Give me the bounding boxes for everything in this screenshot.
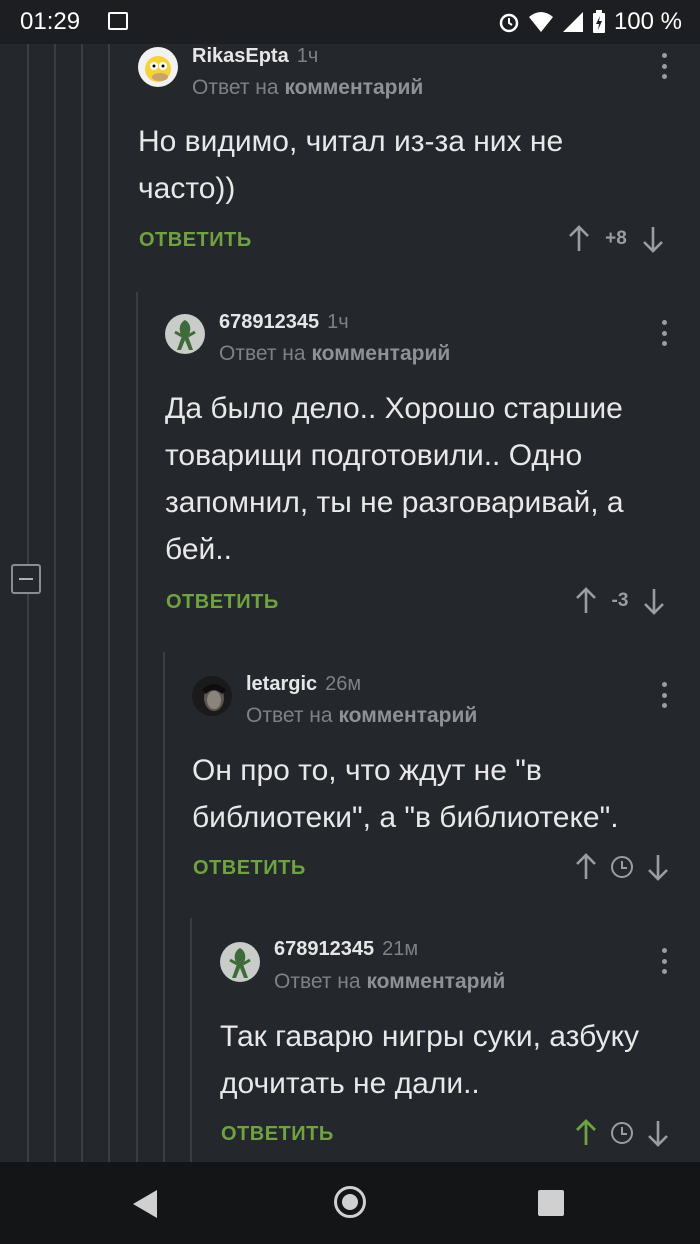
comment-text: Но видимо, читал из-за них не часто))	[138, 125, 564, 205]
home-icon[interactable]	[334, 1186, 366, 1218]
reply-prefix: Ответ на	[246, 704, 333, 727]
wifi-icon	[528, 12, 553, 32]
reply-prefix: Ответ на	[274, 970, 361, 993]
comment-time: 1ч	[327, 311, 349, 333]
avatar[interactable]	[192, 676, 232, 716]
thread-line	[190, 918, 192, 1162]
alarm-icon	[499, 13, 519, 33]
more-options-icon[interactable]	[661, 682, 667, 708]
reply-target-link[interactable]: комментарий	[366, 970, 505, 993]
username-text[interactable]: letargic	[246, 673, 317, 695]
username-text[interactable]: RikasEpta	[192, 45, 289, 67]
comment-username[interactable]: letargic 26м	[246, 673, 361, 696]
avatar[interactable]	[220, 942, 260, 982]
more-options-icon[interactable]	[661, 53, 667, 79]
username-text[interactable]: 678912345	[274, 938, 374, 960]
navigation-bar	[0, 1162, 700, 1244]
vote-controls: +8	[568, 225, 664, 253]
signal-icon	[562, 12, 583, 32]
comment-username[interactable]: RikasEpta 1ч	[192, 45, 318, 68]
thread-line	[27, 44, 29, 1162]
battery-icon	[592, 10, 605, 33]
thread-line	[81, 44, 83, 1162]
thread-line	[54, 44, 56, 1162]
vote-controls	[575, 1119, 669, 1147]
back-icon[interactable]	[133, 1190, 157, 1218]
reply-meta: Ответ на комментарий	[192, 76, 423, 100]
thread-line	[136, 292, 138, 1162]
comment-time: 1ч	[296, 45, 319, 67]
downvote-icon[interactable]	[647, 1119, 669, 1147]
reply-target-link[interactable]: комментарий	[338, 704, 477, 727]
thread-line	[163, 652, 165, 1162]
status-icons: 100 %	[498, 8, 682, 36]
battery-percent: 100 %	[613, 8, 682, 35]
clock-icon	[611, 856, 633, 878]
vote-controls: -3	[575, 587, 665, 615]
status-bar: 01:29 100 %	[0, 0, 700, 44]
reply-target-link[interactable]: комментарий	[284, 76, 423, 99]
more-options-icon[interactable]	[661, 948, 667, 974]
comment-text: Он про то, что ждут не "в библиотеки", а…	[192, 754, 619, 834]
recent-apps-icon[interactable]	[538, 1190, 564, 1216]
status-time: 01:29	[20, 8, 81, 35]
reply-button[interactable]: ОТВЕТИТЬ	[221, 1123, 334, 1146]
collapse-thread-button[interactable]	[11, 564, 41, 594]
comment-username[interactable]: 678912345 21м	[274, 938, 418, 961]
avatar[interactable]	[165, 314, 205, 354]
reply-prefix: Ответ на	[192, 76, 279, 99]
upvote-icon-active[interactable]	[575, 1119, 597, 1147]
reply-button[interactable]: ОТВЕТИТЬ	[166, 591, 279, 614]
thread-line	[108, 44, 110, 1162]
clock-icon	[611, 1122, 633, 1144]
reply-button[interactable]: ОТВЕТИТЬ	[139, 229, 252, 252]
username-text[interactable]: 678912345	[219, 311, 319, 333]
avatar[interactable]	[138, 47, 178, 87]
reply-meta: Ответ на комментарий	[274, 970, 505, 994]
comment-score: +8	[605, 228, 627, 249]
downvote-icon[interactable]	[642, 225, 664, 253]
reply-prefix: Ответ на	[219, 342, 306, 365]
comment-time: 21м	[382, 938, 419, 960]
comment-score: -3	[611, 590, 629, 611]
upvote-icon[interactable]	[568, 225, 590, 253]
image-notification-icon	[108, 12, 128, 30]
reply-meta: Ответ на комментарий	[246, 704, 477, 728]
comment-text: Да было дело.. Хорошо старшие товарищи п…	[165, 392, 624, 566]
more-options-icon[interactable]	[661, 320, 667, 346]
downvote-icon[interactable]	[643, 587, 665, 615]
reply-target-link[interactable]: комментарий	[311, 342, 450, 365]
upvote-icon[interactable]	[575, 853, 597, 881]
comment-time: 26м	[325, 673, 362, 695]
comment-username[interactable]: 678912345 1ч	[219, 311, 349, 334]
upvote-icon[interactable]	[575, 587, 597, 615]
vote-controls	[575, 853, 669, 881]
downvote-icon[interactable]	[647, 853, 669, 881]
reply-button[interactable]: ОТВЕТИТЬ	[193, 857, 306, 880]
comment-text: Так гаварю нигры суки, азбуку дочитать н…	[220, 1020, 640, 1100]
reply-meta: Ответ на комментарий	[219, 342, 450, 366]
